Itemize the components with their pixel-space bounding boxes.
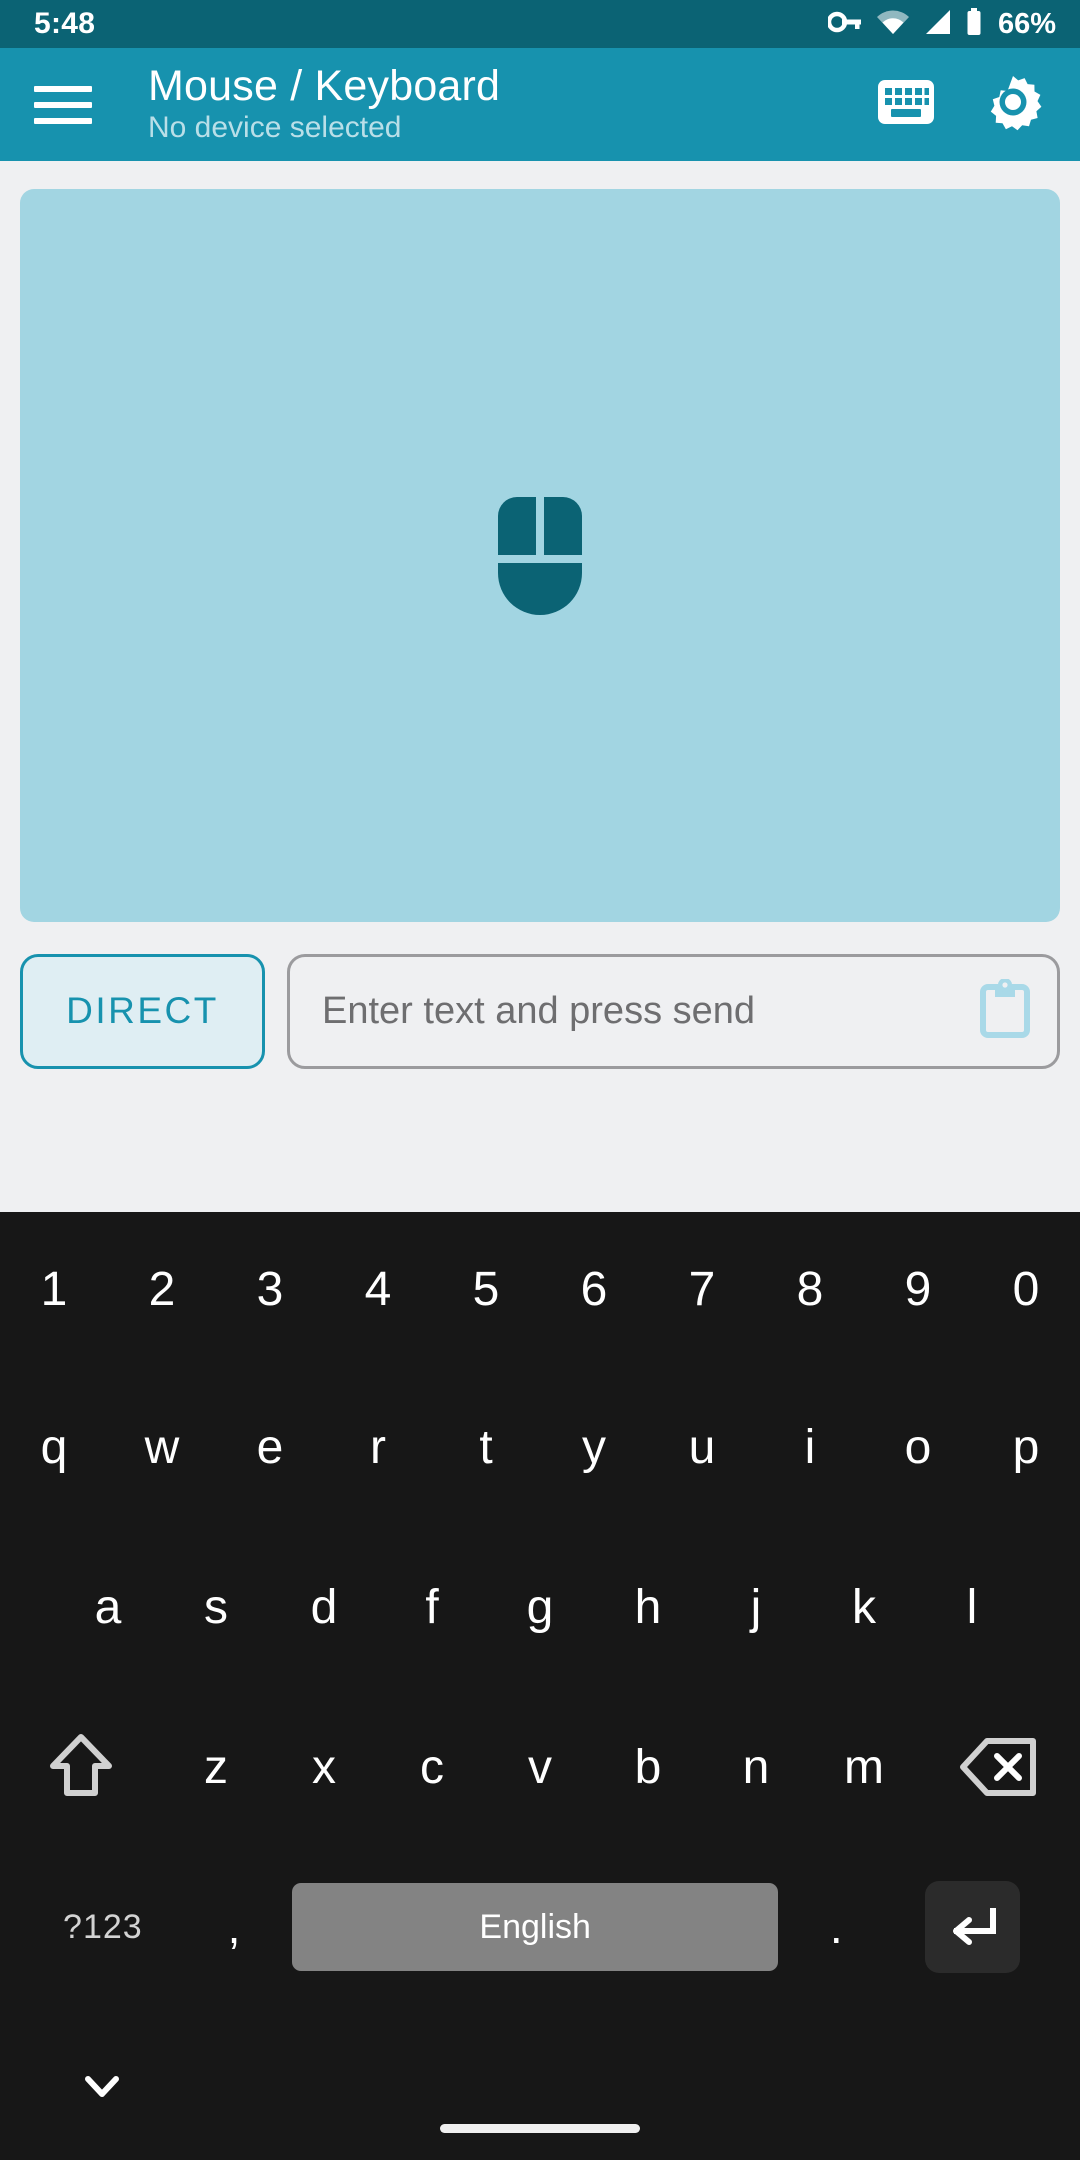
- mouse-icon: [498, 496, 582, 615]
- key-n[interactable]: n: [702, 1687, 810, 1847]
- direct-button[interactable]: DIRECT: [20, 953, 265, 1069]
- key-h[interactable]: h: [594, 1527, 702, 1687]
- key-3[interactable]: 3: [216, 1212, 324, 1367]
- app-bar: Mouse / Keyboard No device selected: [0, 48, 1080, 161]
- home-pill-indicator[interactable]: [440, 2124, 640, 2133]
- key-e[interactable]: e: [216, 1367, 324, 1527]
- hamburger-line: [34, 117, 92, 124]
- key-6[interactable]: 6: [540, 1212, 648, 1367]
- page-subtitle: No device selected: [148, 111, 402, 145]
- page-title: Mouse / Keyboard: [148, 62, 501, 111]
- key-z[interactable]: z: [162, 1687, 270, 1847]
- comma-key[interactable]: ,: [176, 1847, 293, 2007]
- status-time: 5:48: [34, 7, 96, 40]
- key-k[interactable]: k: [810, 1527, 918, 1687]
- status-icons: 66%: [826, 7, 1056, 41]
- app-bar-titles: Mouse / Keyboard No device selected: [148, 63, 876, 146]
- keyboard-row-numbers: 1 2 3 4 5 6 7 8 9 0: [0, 1212, 1080, 1367]
- key-5[interactable]: 5: [432, 1212, 540, 1367]
- mouse-left-button-shape: [498, 496, 536, 555]
- hamburger-line: [34, 85, 92, 92]
- key-r[interactable]: r: [324, 1367, 432, 1527]
- key-0[interactable]: 0: [972, 1212, 1080, 1367]
- key-a[interactable]: a: [54, 1527, 162, 1687]
- main-content: DIRECT: [0, 161, 1080, 1212]
- symbols-key[interactable]: ?123: [30, 1847, 176, 2007]
- keyboard-row-top: q w e r t y u i o p: [0, 1367, 1080, 1527]
- key-1[interactable]: 1: [0, 1212, 108, 1367]
- keyboard-row-bottom: z x c v b n m: [0, 1687, 1080, 1847]
- key-t[interactable]: t: [432, 1367, 540, 1527]
- key-q[interactable]: q: [0, 1367, 108, 1527]
- key-o[interactable]: o: [864, 1367, 972, 1527]
- wifi-icon: [876, 9, 910, 40]
- enter-key-wrapper: [895, 1881, 1050, 1973]
- period-key[interactable]: .: [778, 1847, 895, 2007]
- key-i[interactable]: i: [756, 1367, 864, 1527]
- key-9[interactable]: 9: [864, 1212, 972, 1367]
- key-s[interactable]: s: [162, 1527, 270, 1687]
- key-7[interactable]: 7: [648, 1212, 756, 1367]
- status-bar: 5:48 66%: [0, 0, 1080, 48]
- key-8[interactable]: 8: [756, 1212, 864, 1367]
- key-g[interactable]: g: [486, 1527, 594, 1687]
- clipboard-icon[interactable]: [979, 977, 1031, 1044]
- mouse-right-button-shape: [544, 496, 582, 555]
- chevron-down-icon[interactable]: [74, 2066, 130, 2106]
- battery-percent-label: 66%: [997, 7, 1056, 40]
- navigation-bar: [0, 2012, 1080, 2160]
- touchpad-area[interactable]: [20, 189, 1060, 922]
- search-input[interactable]: [322, 989, 965, 1033]
- key-x[interactable]: x: [270, 1687, 378, 1847]
- key-b[interactable]: b: [594, 1687, 702, 1847]
- keyboard-row-space: ?123 , English .: [0, 1847, 1080, 2007]
- key-d[interactable]: d: [270, 1527, 378, 1687]
- shift-key-icon[interactable]: [0, 1687, 162, 1847]
- space-key[interactable]: English: [292, 1883, 779, 1971]
- key-4[interactable]: 4: [324, 1212, 432, 1367]
- key-2[interactable]: 2: [108, 1212, 216, 1367]
- mouse-body-shape: [498, 562, 582, 615]
- key-f[interactable]: f: [378, 1527, 486, 1687]
- gear-icon[interactable]: [984, 73, 1042, 136]
- battery-icon: [966, 7, 982, 41]
- keyboard-row-home: a s d f g h j k l: [0, 1527, 1080, 1687]
- key-w[interactable]: w: [108, 1367, 216, 1527]
- key-y[interactable]: y: [540, 1367, 648, 1527]
- enter-key-icon[interactable]: [924, 1881, 1020, 1973]
- key-u[interactable]: u: [648, 1367, 756, 1527]
- key-j[interactable]: j: [702, 1527, 810, 1687]
- key-p[interactable]: p: [972, 1367, 1080, 1527]
- hamburger-menu-icon[interactable]: [34, 74, 96, 136]
- key-m[interactable]: m: [810, 1687, 918, 1847]
- direct-button-label: DIRECT: [66, 990, 219, 1031]
- key-c[interactable]: c: [378, 1687, 486, 1847]
- key-l[interactable]: l: [918, 1527, 1026, 1687]
- cell-signal-icon: [924, 9, 952, 40]
- text-input-field[interactable]: [287, 953, 1060, 1069]
- backspace-key-icon[interactable]: [918, 1687, 1080, 1847]
- key-icon: [826, 10, 862, 39]
- input-row: DIRECT: [0, 951, 1080, 1071]
- hamburger-line: [34, 101, 92, 108]
- app-bar-actions: [876, 73, 1050, 136]
- key-v[interactable]: v: [486, 1687, 594, 1847]
- keyboard-icon[interactable]: [876, 76, 936, 133]
